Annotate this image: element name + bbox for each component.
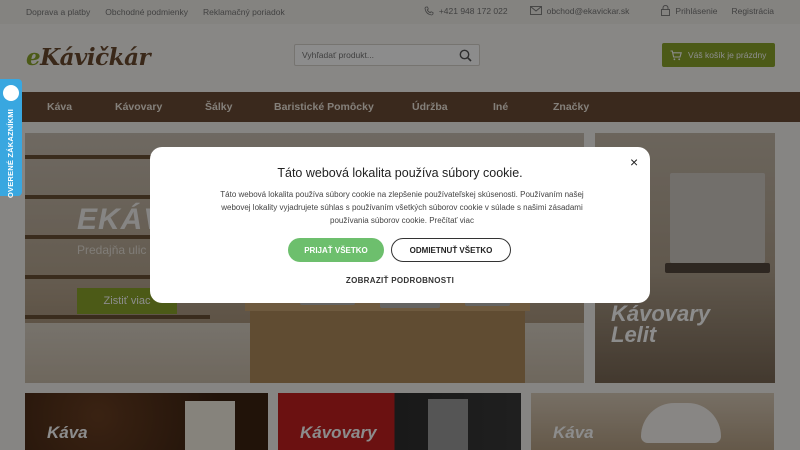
show-details-link[interactable]: ZOBRAZIŤ PODROBNOSTI bbox=[150, 276, 650, 285]
cookie-consent-dialog: × Táto webová lokalita používa súbory co… bbox=[150, 147, 650, 303]
cookie-title: Táto webová lokalita používa súbory cook… bbox=[277, 166, 523, 180]
reviews-badge-icon bbox=[3, 85, 19, 101]
verified-reviews-tab[interactable]: OVERENÉ ZÁKAZNÍKMI bbox=[0, 79, 22, 199]
reviews-tab-label: OVERENÉ ZÁKAZNÍKMI bbox=[6, 109, 15, 199]
cookie-description: Táto webová lokalita používa súbory cook… bbox=[220, 190, 584, 225]
accept-all-button[interactable]: PRIJAŤ VŠETKO bbox=[288, 238, 384, 262]
reject-all-button[interactable]: ODMIETNUŤ VŠETKO bbox=[391, 238, 511, 262]
